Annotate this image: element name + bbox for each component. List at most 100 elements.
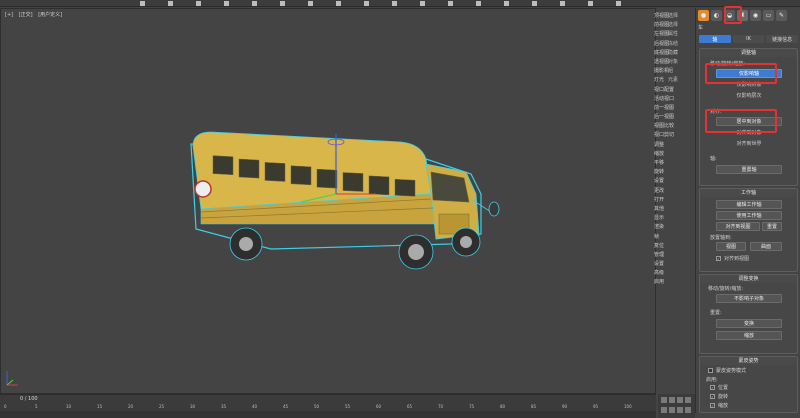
timeline[interactable]: 0 / 100 0 5 10 15 20 25 30 35 40 45 50 5… xyxy=(0,394,656,418)
maximize-viewport-icon[interactable] xyxy=(685,407,691,413)
menu-row[interactable]: 高级 xyxy=(654,269,680,278)
viewport-label[interactable]: [+] [正交] [用户定义] xyxy=(5,11,66,18)
play-icon[interactable] xyxy=(140,1,145,6)
go-to-start-icon[interactable] xyxy=(661,397,667,403)
reset-pivot-button[interactable]: 重置轴 xyxy=(716,165,782,174)
dont-affect-children-button[interactable]: 不影响子对象 xyxy=(716,294,782,303)
reset-button[interactable]: 重置 xyxy=(762,222,782,231)
school-bus-model[interactable] xyxy=(181,124,511,299)
menu-row[interactable]: 帧 xyxy=(654,233,680,242)
create-tab-icon[interactable]: ● xyxy=(698,10,709,21)
menu-row[interactable]: 启用 xyxy=(654,278,680,287)
menu-row[interactable]: 设置 xyxy=(654,177,680,186)
motion-tab-icon[interactable]: ◉ xyxy=(750,10,761,21)
tick-label: 55 xyxy=(345,404,351,409)
toolbar-icon[interactable] xyxy=(616,1,621,6)
axis-tripod-icon xyxy=(6,371,18,386)
view-button[interactable]: 视图 xyxy=(716,242,746,251)
menu-row[interactable]: 顶视图 选择 xyxy=(654,12,680,21)
next-frame-icon[interactable] xyxy=(685,397,691,403)
timeline-ruler[interactable]: 0 5 10 15 20 25 30 35 40 45 50 55 60 65 … xyxy=(0,404,656,410)
menu-row[interactable]: 调整 xyxy=(654,141,680,150)
place-pivot-label: 放置轴到: xyxy=(710,235,732,241)
play-icon[interactable] xyxy=(677,397,683,403)
menu-row[interactable]: 底视图 隐藏 xyxy=(654,49,680,58)
menu-row[interactable]: 后一视图 xyxy=(654,113,680,122)
menu-row[interactable]: 旋转 xyxy=(654,168,680,177)
menu-row[interactable]: 左视图 属性 xyxy=(654,30,680,39)
menu-row[interactable]: 摄影机组 xyxy=(654,67,680,76)
menu-row[interactable]: 更改 xyxy=(654,187,680,196)
subtab-ik[interactable]: IK xyxy=(732,35,765,43)
toolbar-icon[interactable] xyxy=(224,1,229,6)
menu-row[interactable]: 后视图 冻结 xyxy=(654,40,680,49)
menu-row[interactable]: 打开 xyxy=(654,196,680,205)
toolbar-icon[interactable] xyxy=(392,1,397,6)
toolbar-icon[interactable] xyxy=(588,1,593,6)
viewport-plus-menu[interactable]: [+] xyxy=(5,12,13,18)
subtab-link-info[interactable]: 链接信息 xyxy=(766,35,799,43)
menu-row[interactable]: 显示 xyxy=(654,214,680,223)
toolbar-icon[interactable] xyxy=(364,1,369,6)
surface-button[interactable]: 曲面 xyxy=(750,242,782,251)
toolbar-icon[interactable] xyxy=(196,1,201,6)
affect-hierarchy-only-button[interactable]: 仅影响层次 xyxy=(716,91,782,100)
rollout-title[interactable]: 调整变换 xyxy=(700,275,797,283)
scale-button[interactable]: 缩放 xyxy=(716,331,782,340)
menu-row[interactable]: 前视图 选择 xyxy=(654,21,680,30)
rotation-checkbox[interactable]: ✓ xyxy=(710,394,715,399)
rollout-title[interactable]: 蒙皮姿势 xyxy=(700,357,797,365)
menu-row[interactable]: 管理 xyxy=(654,251,680,260)
menu-row[interactable]: 透视图 对象 xyxy=(654,58,680,67)
toolbar-icon[interactable] xyxy=(476,1,481,6)
toolbar-icon[interactable] xyxy=(504,1,509,6)
menu-row[interactable]: 活动视口 xyxy=(654,95,680,104)
view-context-menu: 顶视图 选择 前视图 选择 左视图 属性 后视图 冻结 底视图 隐藏 透视图 对象 摄影机组… xyxy=(654,12,680,288)
zoom-icon[interactable] xyxy=(661,407,667,413)
toolbar-icon[interactable] xyxy=(420,1,425,6)
subtab-pivot[interactable]: 轴 xyxy=(699,35,731,43)
menu-row[interactable]: 视口配置 xyxy=(654,86,680,95)
rollout-title[interactable]: 调整轴 xyxy=(700,49,797,57)
menu-row[interactable]: 其他 xyxy=(654,205,680,214)
toolbar-icon[interactable] xyxy=(560,1,565,6)
menu-row[interactable]: 平移 xyxy=(654,159,680,168)
menu-row[interactable]: 设置 xyxy=(654,260,680,269)
align-to-view-checkbox[interactable]: ✓ xyxy=(716,256,721,261)
toolbar-icon[interactable] xyxy=(336,1,341,6)
modify-tab-icon[interactable]: ◐ xyxy=(711,10,722,21)
position-checkbox[interactable]: ✓ xyxy=(710,385,715,390)
display-panel-icon[interactable]: ▭ xyxy=(763,10,774,21)
menu-row[interactable]: 渲染 xyxy=(654,223,680,232)
toolbar-icon[interactable] xyxy=(252,1,257,6)
pan-icon[interactable] xyxy=(669,407,675,413)
toolbar-icon[interactable] xyxy=(168,1,173,6)
perspective-viewport[interactable]: [+] [正交] [用户定义] xyxy=(0,8,656,394)
transform-button[interactable]: 变换 xyxy=(716,319,782,328)
menu-row[interactable]: 前一视图 xyxy=(654,104,680,113)
align-to-view-button[interactable]: 对齐到视图 xyxy=(716,222,760,231)
align-to-world-button[interactable]: 对齐到世界 xyxy=(716,139,782,148)
rollout-title[interactable]: 工作轴 xyxy=(700,189,797,197)
menu-row[interactable]: 视口剪切 xyxy=(654,131,680,140)
orbit-icon[interactable] xyxy=(677,407,683,413)
skin-pose-mode-checkbox[interactable] xyxy=(708,368,713,373)
toolbar-icon[interactable] xyxy=(280,1,285,6)
viewport-shading-menu[interactable]: [用户定义] xyxy=(38,12,62,18)
prev-frame-icon[interactable] xyxy=(669,397,675,403)
utilities-tab-icon[interactable]: ✎ xyxy=(776,10,787,21)
scale-checkbox[interactable]: ✓ xyxy=(710,403,715,408)
toolbar-icon[interactable] xyxy=(308,1,313,6)
toolbar-icon[interactable] xyxy=(532,1,537,6)
time-slider-frame[interactable]: 0 / 100 xyxy=(20,396,38,402)
toolbar-icon[interactable] xyxy=(448,1,453,6)
menu-row[interactable]: 复位 xyxy=(654,242,680,251)
menu-row[interactable]: 缩放 xyxy=(654,150,680,159)
object-name-field[interactable]: 车 xyxy=(698,24,798,33)
edit-working-pivot-button[interactable]: 编辑工作轴 xyxy=(716,200,782,209)
use-working-pivot-button[interactable]: 使用工作轴 xyxy=(716,211,782,220)
command-panel-tabs: ● ◐ ◒ ♜ ◉ ▭ ✎ xyxy=(698,10,798,22)
viewport-view-menu[interactable]: [正交] xyxy=(19,12,33,18)
menu-row[interactable]: 灯光 元素 xyxy=(654,76,680,85)
menu-row[interactable]: 视图比较 xyxy=(654,122,680,131)
